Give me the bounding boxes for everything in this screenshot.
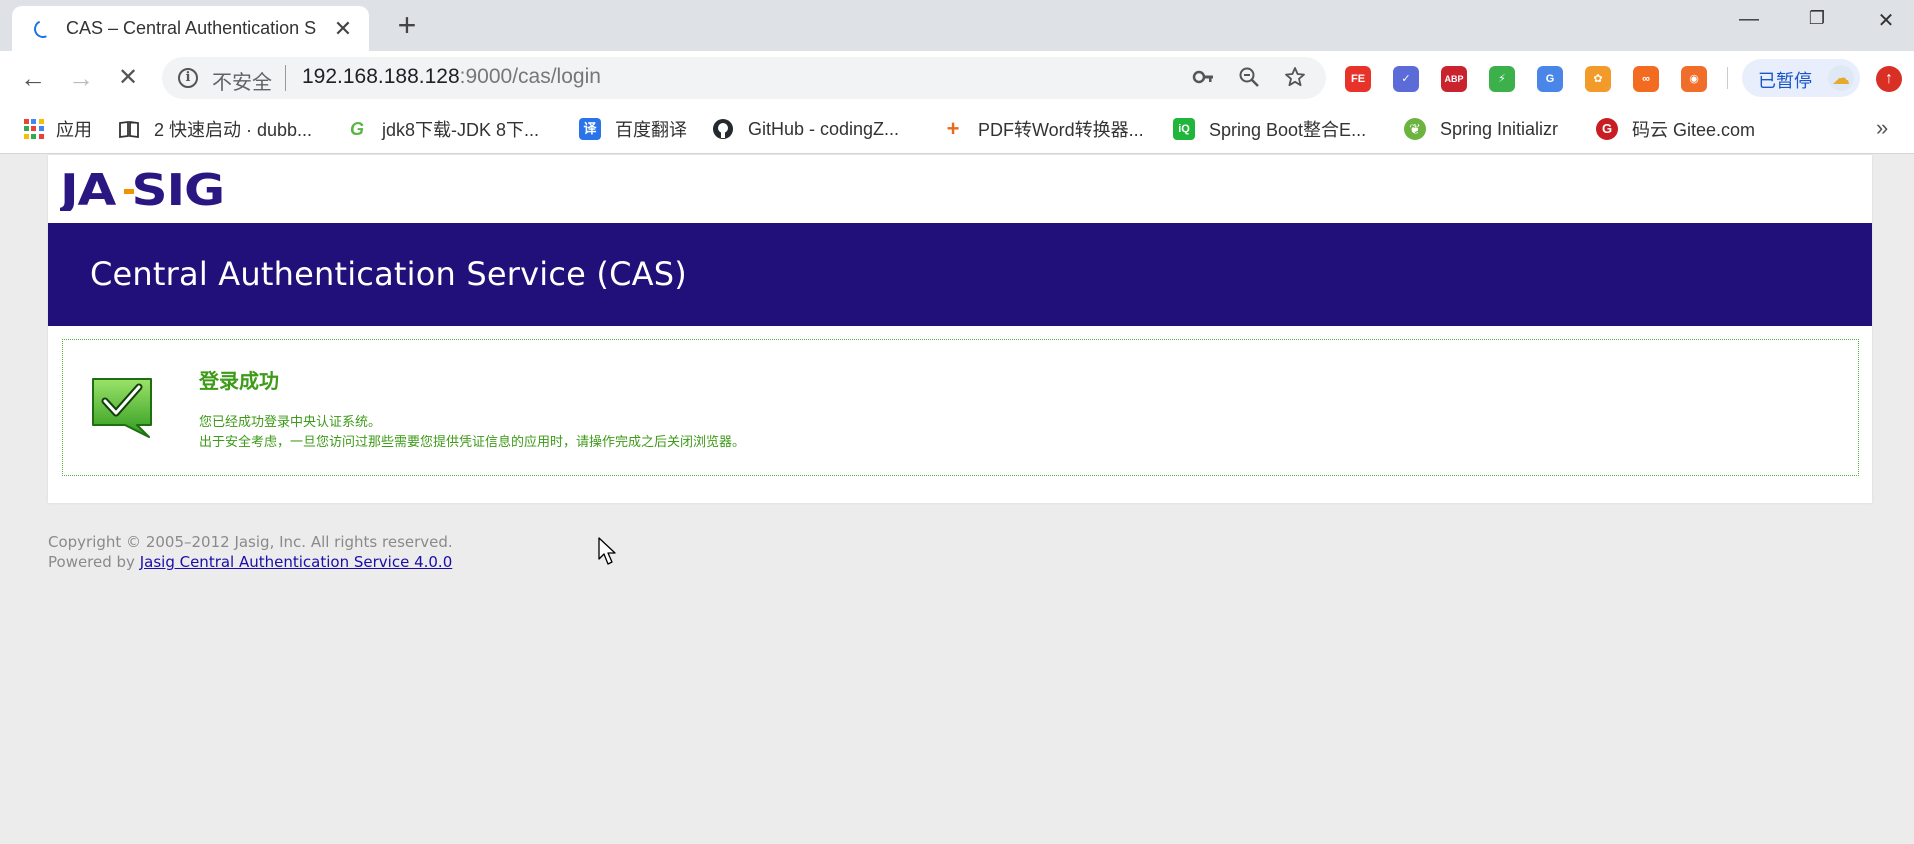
minimize-button[interactable]: — [1734,8,1764,31]
lifebuoy-extension-icon[interactable]: ◉ [1681,66,1707,92]
google-translate-icon[interactable]: G [1537,66,1563,92]
loading-spinner-icon [31,16,55,41]
weather-avatar-icon: ☁ [1828,65,1854,91]
powered-by-prefix: Powered by [48,553,140,571]
window-close-button[interactable]: ✕ [1871,8,1901,33]
svg-text:JA SIG: JA SIG [60,165,224,211]
bookmark-apps[interactable]: 应用 [24,116,92,142]
bookmark-github[interactable]: GitHub - codingZ... [712,116,899,142]
translate-icon: 译 [579,118,601,140]
profile-status-label: 已暂停 [1758,71,1812,91]
star-icon[interactable] [1282,66,1308,94]
bookmark-label: 百度翻译 [615,120,687,140]
mouse-cursor-icon [598,537,616,565]
apps-grid-icon [24,119,44,139]
lightning-extension-icon[interactable]: ⚡ [1489,66,1515,92]
address-bar[interactable]: i 不安全 192.168.188.128:9000/cas/login [162,57,1326,99]
flower-extension-icon[interactable]: ✿ [1585,66,1611,92]
page-title: Central Authentication Service (CAS) [90,255,687,293]
bookmark-spring-initializr[interactable]: ❦ Spring Initializr [1404,116,1558,142]
github-icon [712,118,734,140]
pdf-plus-icon: + [942,118,964,140]
copyright-text: Copyright © 2005–2012 Jasig, Inc. All ri… [48,533,453,551]
update-icon[interactable]: ↑ [1876,66,1902,92]
key-icon[interactable] [1190,66,1216,94]
fe-extension-icon[interactable]: FE [1345,66,1371,92]
cas-version-link[interactable]: Jasig Central Authentication Service 4.0… [140,553,453,571]
url-host: 192.168.188.128 [302,65,460,88]
bookmark-label: Spring Boot整合E... [1209,120,1367,140]
bookmark-label: PDF转Word转换器... [978,120,1144,140]
stop-loading-button[interactable]: ✕ [111,61,145,95]
infinity-extension-icon[interactable]: ∞ [1633,66,1659,92]
bookmark-spring-boot[interactable]: iQ Spring Boot整合E... [1173,116,1366,142]
iqiyi-icon: iQ [1173,118,1195,140]
jdk-site-icon: G [346,118,368,140]
zoom-out-icon[interactable] [1236,66,1262,94]
book-icon [118,118,140,140]
browser-toolbar: ← → ✕ i 不安全 192.168.188.128:9000/cas/log… [0,51,1914,105]
cas-header-banner: Central Authentication Service (CAS) [48,223,1872,326]
bookmark-label: Spring Initializr [1440,118,1559,139]
adblock-plus-icon[interactable]: ABP [1441,66,1467,92]
bookmark-dubbo[interactable]: 2 快速启动 · dubb... [118,116,312,142]
page-viewport: JA SIG Central Authentication Service (C… [0,155,1914,844]
bookmark-baidu-translate[interactable]: 译 百度翻译 [579,116,687,142]
spring-leaf-icon: ❦ [1404,118,1426,140]
bookmarks-overflow-button[interactable]: » [1876,115,1888,141]
gitee-icon: G [1596,118,1618,140]
success-title: 登录成功 [199,371,279,393]
browser-tab[interactable]: CAS – Central Authentication S ✕ [12,6,369,51]
security-label[interactable]: 不安全 [212,66,272,95]
extension-divider [1727,67,1728,89]
tab-title: CAS – Central Authentication S [66,18,317,38]
jasig-logo: JA SIG [60,165,225,211]
bookmark-gitee[interactable]: G 码云 Gitee.com [1596,116,1755,142]
bookmark-pdf-word[interactable]: + PDF转Word转换器... [942,116,1144,142]
tab-close-icon[interactable]: ✕ [331,16,355,42]
success-check-icon [92,378,152,438]
address-divider [285,65,286,91]
bookmarks-bar: 应用 2 快速启动 · dubb... G jdk8下载-JDK 8下... 译… [0,105,1914,154]
bookmark-label: 应用 [56,120,92,140]
new-tab-button[interactable]: + [390,8,424,42]
success-line-2: 出于安全考虑，一旦您访问过那些需要您提供凭证信息的应用时，请操作完成之后关闭浏览… [199,434,746,449]
site-info-icon[interactable]: i [178,68,198,88]
bookmark-label: GitHub - codingZ... [748,118,900,139]
restore-button[interactable]: ❐ [1802,8,1832,29]
bookmark-jdk8[interactable]: G jdk8下载-JDK 8下... [346,116,539,142]
bookmark-label: 码云 Gitee.com [1632,120,1756,140]
profile-button[interactable]: 已暂停 ☁ [1742,59,1860,97]
bookmark-label: jdk8下载-JDK 8下... [382,120,540,140]
back-button[interactable]: ← [16,61,50,95]
powered-by-line: Powered by Jasig Central Authentication … [48,552,453,572]
check-extension-icon[interactable]: ✓ [1393,66,1419,92]
bookmark-label: 2 快速启动 · dubb... [154,120,313,140]
cas-content-card: JA SIG Central Authentication Service (C… [48,155,1872,503]
success-line-1: 您已经成功登录中央认证系统。 [199,414,382,429]
url-path: :9000/cas/login [459,65,601,88]
login-success-message: 登录成功 您已经成功登录中央认证系统。 出于安全考虑，一旦您访问过那些需要您提供… [62,339,1859,476]
tab-strip: CAS – Central Authentication S ✕ + — ❐ ✕ [0,0,1914,51]
url-text[interactable]: 192.168.188.128:9000/cas/login [302,65,601,89]
forward-button[interactable]: → [64,61,98,95]
page-footer: Copyright © 2005–2012 Jasig, Inc. All ri… [48,532,453,572]
